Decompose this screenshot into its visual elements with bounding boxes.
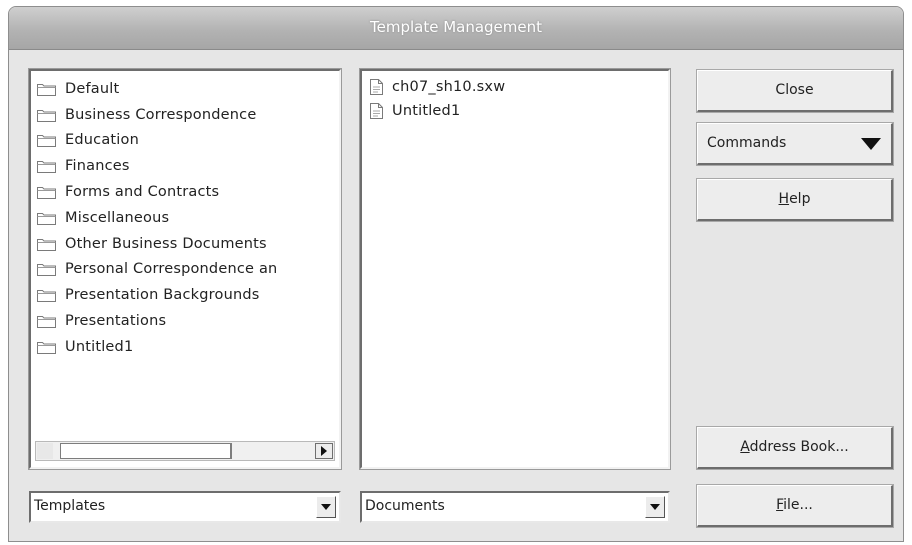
category-list-panel: Default Business Correspondence Education F…: [28, 68, 342, 470]
help-mnemonic: H: [778, 191, 790, 207]
category-item[interactable]: Education: [37, 128, 335, 154]
category-label: Presentation Backgrounds: [65, 287, 260, 304]
left-select-value: Templates: [34, 498, 106, 514]
folder-icon: [37, 212, 56, 225]
commands-button[interactable]: Commands: [696, 122, 894, 166]
category-label: Personal Correspondence an: [65, 261, 278, 278]
document-label: ch07_sh10.sxw: [392, 79, 506, 95]
dropdown-arrow-icon: [321, 504, 331, 510]
category-label: Forms and Contracts: [65, 184, 220, 201]
folder-icon: [37, 238, 56, 251]
dropdown-arrow-icon: [650, 504, 660, 510]
document-item[interactable]: ch07_sh10.sxw: [370, 75, 664, 99]
document-label: Untitled1: [392, 103, 461, 119]
address-book-button-label: ddress Book...: [749, 439, 849, 455]
commands-button-label: Commands: [707, 135, 787, 151]
folder-icon: [37, 315, 56, 329]
category-item[interactable]: Other Business Documents: [37, 231, 335, 257]
help-button[interactable]: Help: [696, 178, 894, 222]
right-region-select[interactable]: Documents: [360, 491, 670, 523]
category-item[interactable]: Untitled1: [37, 334, 335, 360]
category-label: Other Business Documents: [65, 235, 267, 252]
category-item[interactable]: Default: [37, 76, 335, 102]
category-label: Education: [65, 132, 139, 149]
folder-icon: [37, 83, 56, 96]
category-label: Untitled1: [65, 338, 134, 355]
category-item[interactable]: Personal Correspondence an: [37, 257, 335, 283]
document-icon: [370, 103, 383, 119]
document-list: ch07_sh10.sxw Untitled1: [370, 75, 664, 123]
folder-icon: [37, 160, 56, 174]
horizontal-scrollbar[interactable]: [35, 441, 335, 461]
folder-icon: [37, 186, 56, 200]
category-item[interactable]: Forms and Contracts: [37, 179, 335, 205]
close-button[interactable]: Close: [696, 69, 894, 113]
address-book-mnemonic: A: [740, 439, 750, 455]
folder-icon: [37, 263, 56, 277]
category-label: Presentations: [65, 313, 167, 330]
document-list-panel: ch07_sh10.sxw Untitled1: [359, 68, 671, 470]
category-item[interactable]: Presentation Backgrounds: [37, 282, 335, 308]
category-list: Default Business Correspondence Education F…: [37, 76, 335, 360]
category-label: Default: [65, 80, 120, 97]
document-icon: [370, 79, 383, 95]
document-item[interactable]: Untitled1: [370, 99, 664, 123]
folder-icon: [37, 341, 56, 354]
category-item[interactable]: Business Correspondence: [37, 102, 335, 128]
help-button-label: elp: [789, 191, 811, 207]
template-management-dialog: Template Management Default Business Corr…: [8, 6, 904, 542]
category-label: Business Correspondence: [65, 106, 257, 123]
scroll-right-button[interactable]: [315, 443, 333, 459]
category-label: Miscellaneous: [65, 209, 170, 226]
close-button-label: Close: [775, 82, 814, 98]
left-region-select[interactable]: Templates: [29, 491, 341, 523]
left-select-dropdown-button[interactable]: [316, 496, 336, 518]
folder-icon: [37, 109, 56, 122]
right-select-dropdown-button[interactable]: [645, 496, 665, 518]
folder-icon: [37, 134, 56, 148]
category-label: Finances: [65, 158, 130, 175]
address-book-button[interactable]: Address Book...: [696, 426, 894, 470]
right-select-value: Documents: [365, 498, 445, 514]
file-button[interactable]: File...: [696, 484, 894, 528]
arrow-right-icon: [321, 446, 327, 456]
category-item[interactable]: Finances: [37, 153, 335, 179]
title-bar[interactable]: Template Management: [9, 7, 903, 50]
dropdown-arrow-icon: [861, 138, 881, 150]
scroll-left-button[interactable]: [37, 443, 53, 459]
dialog-title: Template Management: [369, 18, 543, 36]
category-item[interactable]: Miscellaneous: [37, 205, 335, 231]
category-item[interactable]: Presentations: [37, 308, 335, 334]
scrollbar-thumb[interactable]: [60, 443, 232, 459]
folder-icon: [37, 289, 56, 303]
file-button-label: ile...: [783, 497, 813, 513]
